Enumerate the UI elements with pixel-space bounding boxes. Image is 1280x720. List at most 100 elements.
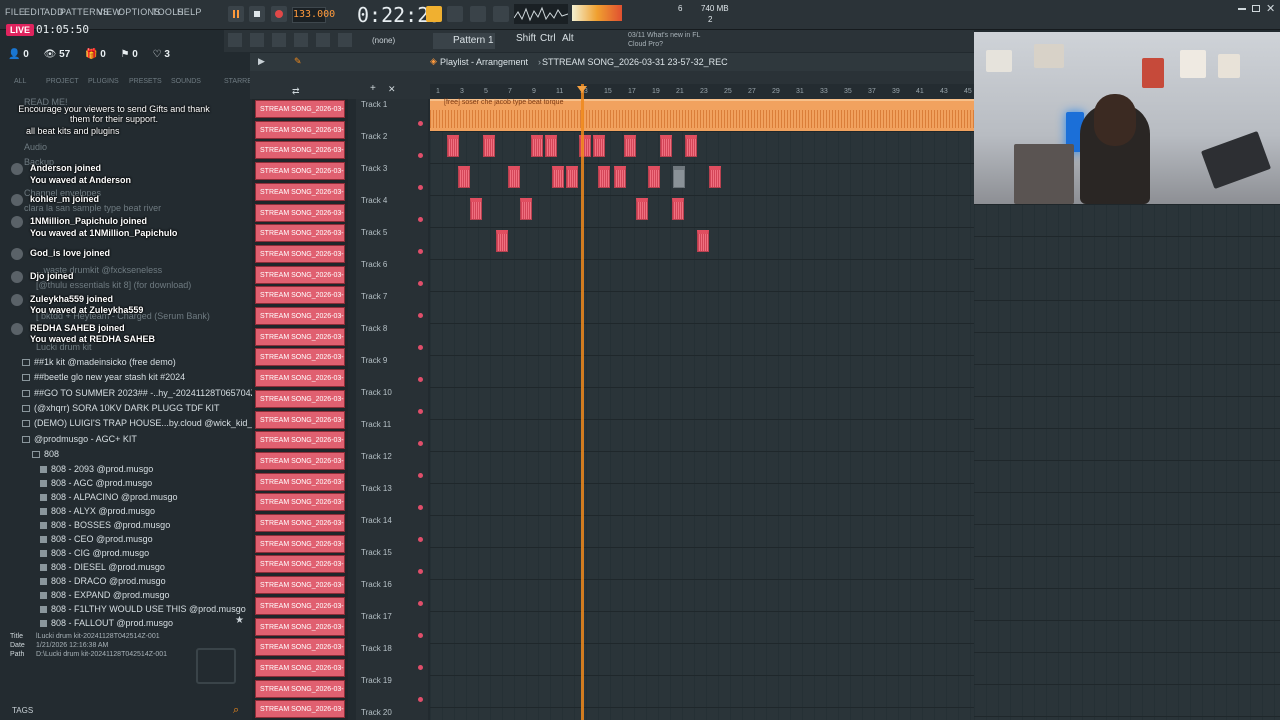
track-label[interactable]: Track 7 [361, 292, 387, 301]
close-icon[interactable]: ✕ [1266, 2, 1275, 15]
menu-file[interactable]: FILE [5, 7, 25, 17]
add-track-icon[interactable]: + [370, 83, 376, 94]
tab-all[interactable]: ALL [14, 78, 26, 85]
track-mute-button[interactable] [418, 537, 423, 542]
clip-source-item[interactable]: STREAM SONG_2026-03-... [255, 307, 345, 325]
browser-folder[interactable]: Audio [24, 142, 47, 152]
browser-folder[interactable]: (DEMO) LUIGI'S TRAP HOUSE...by.cloud @wi… [22, 418, 274, 428]
track-label[interactable]: Track 20 [361, 708, 392, 717]
time-ruler[interactable]: 1357911131517192123252729313335373941434… [430, 84, 974, 99]
track-label[interactable]: Track 17 [361, 612, 392, 621]
clip-source-item[interactable]: STREAM SONG_2026-03-... [255, 514, 345, 532]
pattern-clip[interactable] [520, 198, 532, 220]
track-mute-button[interactable] [418, 377, 423, 382]
star-icon[interactable]: ★ [235, 615, 244, 626]
pattern-clip[interactable] [552, 166, 564, 188]
clip-source-item[interactable]: STREAM SONG_2026-03-... [255, 576, 345, 595]
restore-icon[interactable] [1252, 5, 1260, 12]
browser-file[interactable]: 808 - F1LTHY WOULD USE THIS @prod.musgo [40, 604, 246, 614]
clip-source-item[interactable]: STREAM SONG_2026-03-... [255, 534, 345, 553]
track-mute-button[interactable] [418, 185, 423, 190]
track-mute-button[interactable] [418, 569, 423, 574]
shift-key[interactable]: Shift [516, 33, 536, 44]
track-label[interactable]: Track 2 [361, 132, 387, 141]
browser-folder[interactable]: clara la san sample type beat river [24, 203, 161, 213]
pattern-clip[interactable] [483, 135, 495, 157]
clip-source-item[interactable]: STREAM SONG_2026-03-... [255, 638, 345, 657]
track-mute-button[interactable] [418, 153, 423, 158]
track-label[interactable]: Track 19 [361, 676, 392, 685]
pattern-clip[interactable] [508, 166, 520, 188]
pattern-clip[interactable] [673, 166, 685, 188]
search-icon[interactable]: ⌕ [233, 704, 239, 717]
arrangement-grid[interactable] [430, 99, 974, 720]
metronome-icon[interactable] [426, 6, 442, 22]
clip-source-item[interactable]: STREAM SONG_2026-03-... [255, 596, 345, 615]
track-label[interactable]: Track 14 [361, 516, 392, 525]
playhead[interactable] [581, 84, 584, 720]
pattern-clip[interactable] [648, 166, 660, 188]
pattern-clip[interactable] [458, 166, 470, 188]
clip-source-item[interactable]: STREAM SONG_2026-03-... [255, 658, 345, 677]
clip-source-item[interactable]: STREAM SONG_2026-03-... [255, 410, 345, 429]
clip-source-item[interactable]: STREAM SONG_2026-03-... [255, 451, 345, 470]
pattern-clip[interactable] [685, 135, 697, 157]
pattern-selector[interactable]: Pattern 1 [433, 33, 495, 49]
tags-label[interactable]: TAGS [12, 706, 33, 715]
track-label[interactable]: Track 8 [361, 324, 387, 333]
browser-icon[interactable] [316, 33, 330, 47]
minimize-icon[interactable] [1238, 8, 1246, 10]
pattern-clip[interactable] [566, 166, 578, 188]
close-track-icon[interactable]: ✕ [388, 84, 396, 95]
tab-plugins[interactable]: PLUGINS [88, 78, 119, 85]
track-label[interactable]: Track 5 [361, 228, 387, 237]
pattern-clip[interactable] [447, 135, 459, 157]
browser-file[interactable]: 808 - BOSSES @prod.musgo [40, 520, 170, 530]
browser-file[interactable]: 808 - FALLOUT @prod.musgo [40, 618, 173, 628]
track-mute-button[interactable] [418, 601, 423, 606]
browser-subfolder[interactable]: 808 [32, 449, 59, 459]
blend-icon[interactable] [470, 6, 486, 22]
track-mute-button[interactable] [418, 633, 423, 638]
clip-source-item[interactable]: STREAM SONG_2026-03-... [255, 493, 345, 512]
browser-file[interactable]: 808 - CEO @prod.musgo [40, 534, 153, 544]
track-mute-button[interactable] [418, 281, 423, 286]
pattern-clip[interactable] [624, 135, 636, 157]
track-mute-button[interactable] [418, 665, 423, 670]
browser-folder[interactable]: [@thulu essentials kit 8] (for download) [36, 280, 191, 290]
loop-record-icon[interactable] [493, 6, 509, 22]
browser-folder[interactable]: ##1k kit @madeinsicko (free demo) [22, 357, 176, 367]
stop-button[interactable] [249, 6, 265, 22]
browser-file[interactable]: 808 - 2093 @prod.musgo [40, 464, 153, 474]
browser-folder[interactable]: (@xhqrr) SORA 10KV DARK PLUGG TDF KIT [22, 403, 220, 413]
pattern-clip[interactable] [709, 166, 721, 188]
track-label[interactable]: Track 9 [361, 356, 387, 365]
piano-roll-icon[interactable] [250, 33, 264, 47]
step-edit-icon[interactable] [447, 6, 463, 22]
browser-file[interactable]: 808 - ALYX @prod.musgo [40, 506, 155, 516]
browser-file[interactable]: 808 - DIESEL @prod.musgo [40, 562, 165, 572]
track-label[interactable]: Track 10 [361, 388, 392, 397]
tab-presets[interactable]: PRESETS [129, 78, 162, 85]
track-label[interactable]: Track 18 [361, 644, 392, 653]
clip-source-item[interactable]: STREAM SONG_2026-03-... [255, 431, 345, 450]
arrangement-grid-extended[interactable] [974, 204, 1280, 720]
track-mute-button[interactable] [418, 345, 423, 350]
track-label[interactable]: Track 11 [361, 420, 391, 429]
track-label[interactable]: Track 3 [361, 164, 387, 173]
menu-help[interactable]: HELP [177, 7, 202, 17]
track-mute-button[interactable] [418, 505, 423, 510]
track-mute-button[interactable] [418, 409, 423, 414]
clip-source-item[interactable]: STREAM SONG_2026-03-... [255, 348, 345, 367]
pattern-clip[interactable] [598, 166, 610, 188]
clip-source-item[interactable]: STREAM SONG_2026-03-... [255, 389, 345, 408]
folder-add-icon[interactable] [196, 648, 236, 684]
browser-folder[interactable]: ##beetle glo new year stash kit #2024 [22, 372, 185, 382]
browser-folder[interactable]: ##GO TO SUMMER 2023## -..hy_-20241128T06… [22, 388, 274, 398]
track-mute-button[interactable] [418, 313, 423, 318]
clip-source-item[interactable]: STREAM SONG_2026-03-... [255, 286, 345, 305]
pause-button[interactable] [228, 6, 244, 22]
clip-source-item[interactable]: STREAM SONG_2026-03-... [255, 244, 345, 263]
clip-source-item[interactable]: STREAM SONG_2026-03-... [255, 369, 345, 388]
pattern-clip[interactable] [496, 230, 508, 252]
